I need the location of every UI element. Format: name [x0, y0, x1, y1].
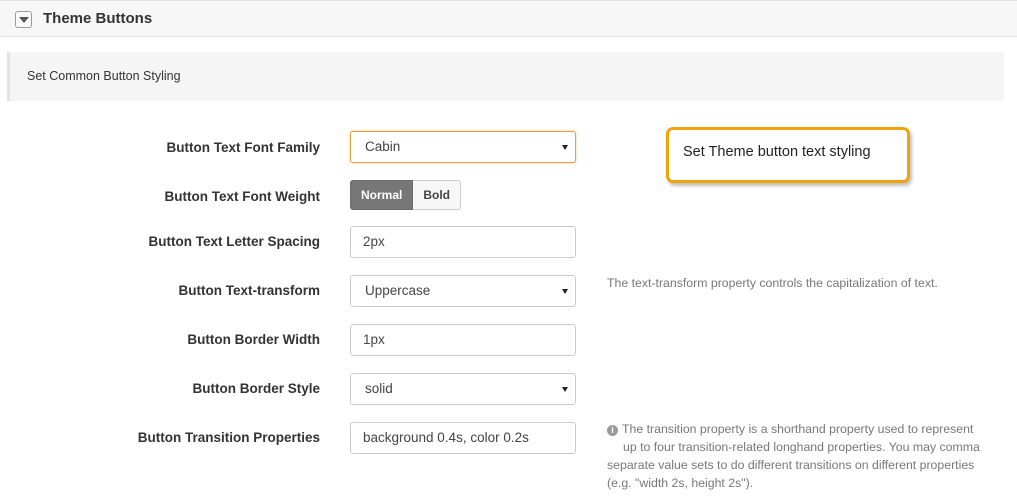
tooltip-text: Set Theme button text styling — [683, 144, 871, 160]
transition-description-line: up to four transition-related longhand p… — [623, 440, 980, 454]
text-transform-label: Button Text-transform — [178, 283, 321, 298]
border-style-select[interactable]: solid — [350, 373, 576, 405]
border-width-value: 1px — [363, 332, 385, 347]
border-width-input[interactable]: 1px — [350, 324, 576, 356]
collapse-triangle-icon[interactable] — [15, 11, 32, 28]
transition-description-line: i The transition property is a shorthand … — [607, 420, 980, 438]
font-weight-bold-button[interactable]: Bold — [413, 180, 462, 210]
letter-spacing-value: 2px — [363, 234, 385, 249]
font-family-select[interactable]: Cabin — [350, 131, 576, 163]
font-family-value: Cabin — [365, 139, 401, 154]
font-weight-normal-button[interactable]: Normal — [350, 180, 414, 210]
border-style-value: solid — [365, 381, 393, 396]
info-icon: i — [607, 425, 618, 436]
text-transform-description: The text-transform property controls the… — [607, 276, 938, 290]
section-header: Set Common Button Styling — [7, 52, 1004, 101]
transition-description-line: (e.g. "width 2s, height 2s"). — [607, 476, 754, 490]
letter-spacing-input[interactable]: 2px — [350, 226, 576, 258]
tooltip-callout: Set Theme button text styling — [666, 127, 910, 183]
panel-header: Theme Buttons — [0, 0, 1017, 37]
font-family-label: Button Text Font Family — [166, 140, 321, 155]
border-style-label: Button Border Style — [192, 381, 320, 396]
text-transform-value: Uppercase — [365, 283, 431, 298]
text-transform-select[interactable]: Uppercase — [350, 275, 576, 307]
transition-description: i The transition property is a shorthand … — [607, 420, 980, 492]
panel-title: Theme Buttons — [43, 10, 153, 27]
transition-label: Button Transition Properties — [137, 430, 320, 445]
section-label: Set Common Button Styling — [27, 69, 181, 83]
transition-description-line: separate value sets to do different tran… — [607, 458, 975, 472]
font-weight-label: Button Text Font Weight — [164, 189, 320, 204]
font-weight-button-group: Normal Bold — [350, 180, 462, 210]
border-width-label: Button Border Width — [187, 332, 320, 347]
transition-input[interactable]: background 0.4s, color 0.2s — [350, 422, 576, 454]
transition-value: background 0.4s, color 0.2s — [363, 430, 529, 445]
letter-spacing-label: Button Text Letter Spacing — [148, 234, 320, 249]
